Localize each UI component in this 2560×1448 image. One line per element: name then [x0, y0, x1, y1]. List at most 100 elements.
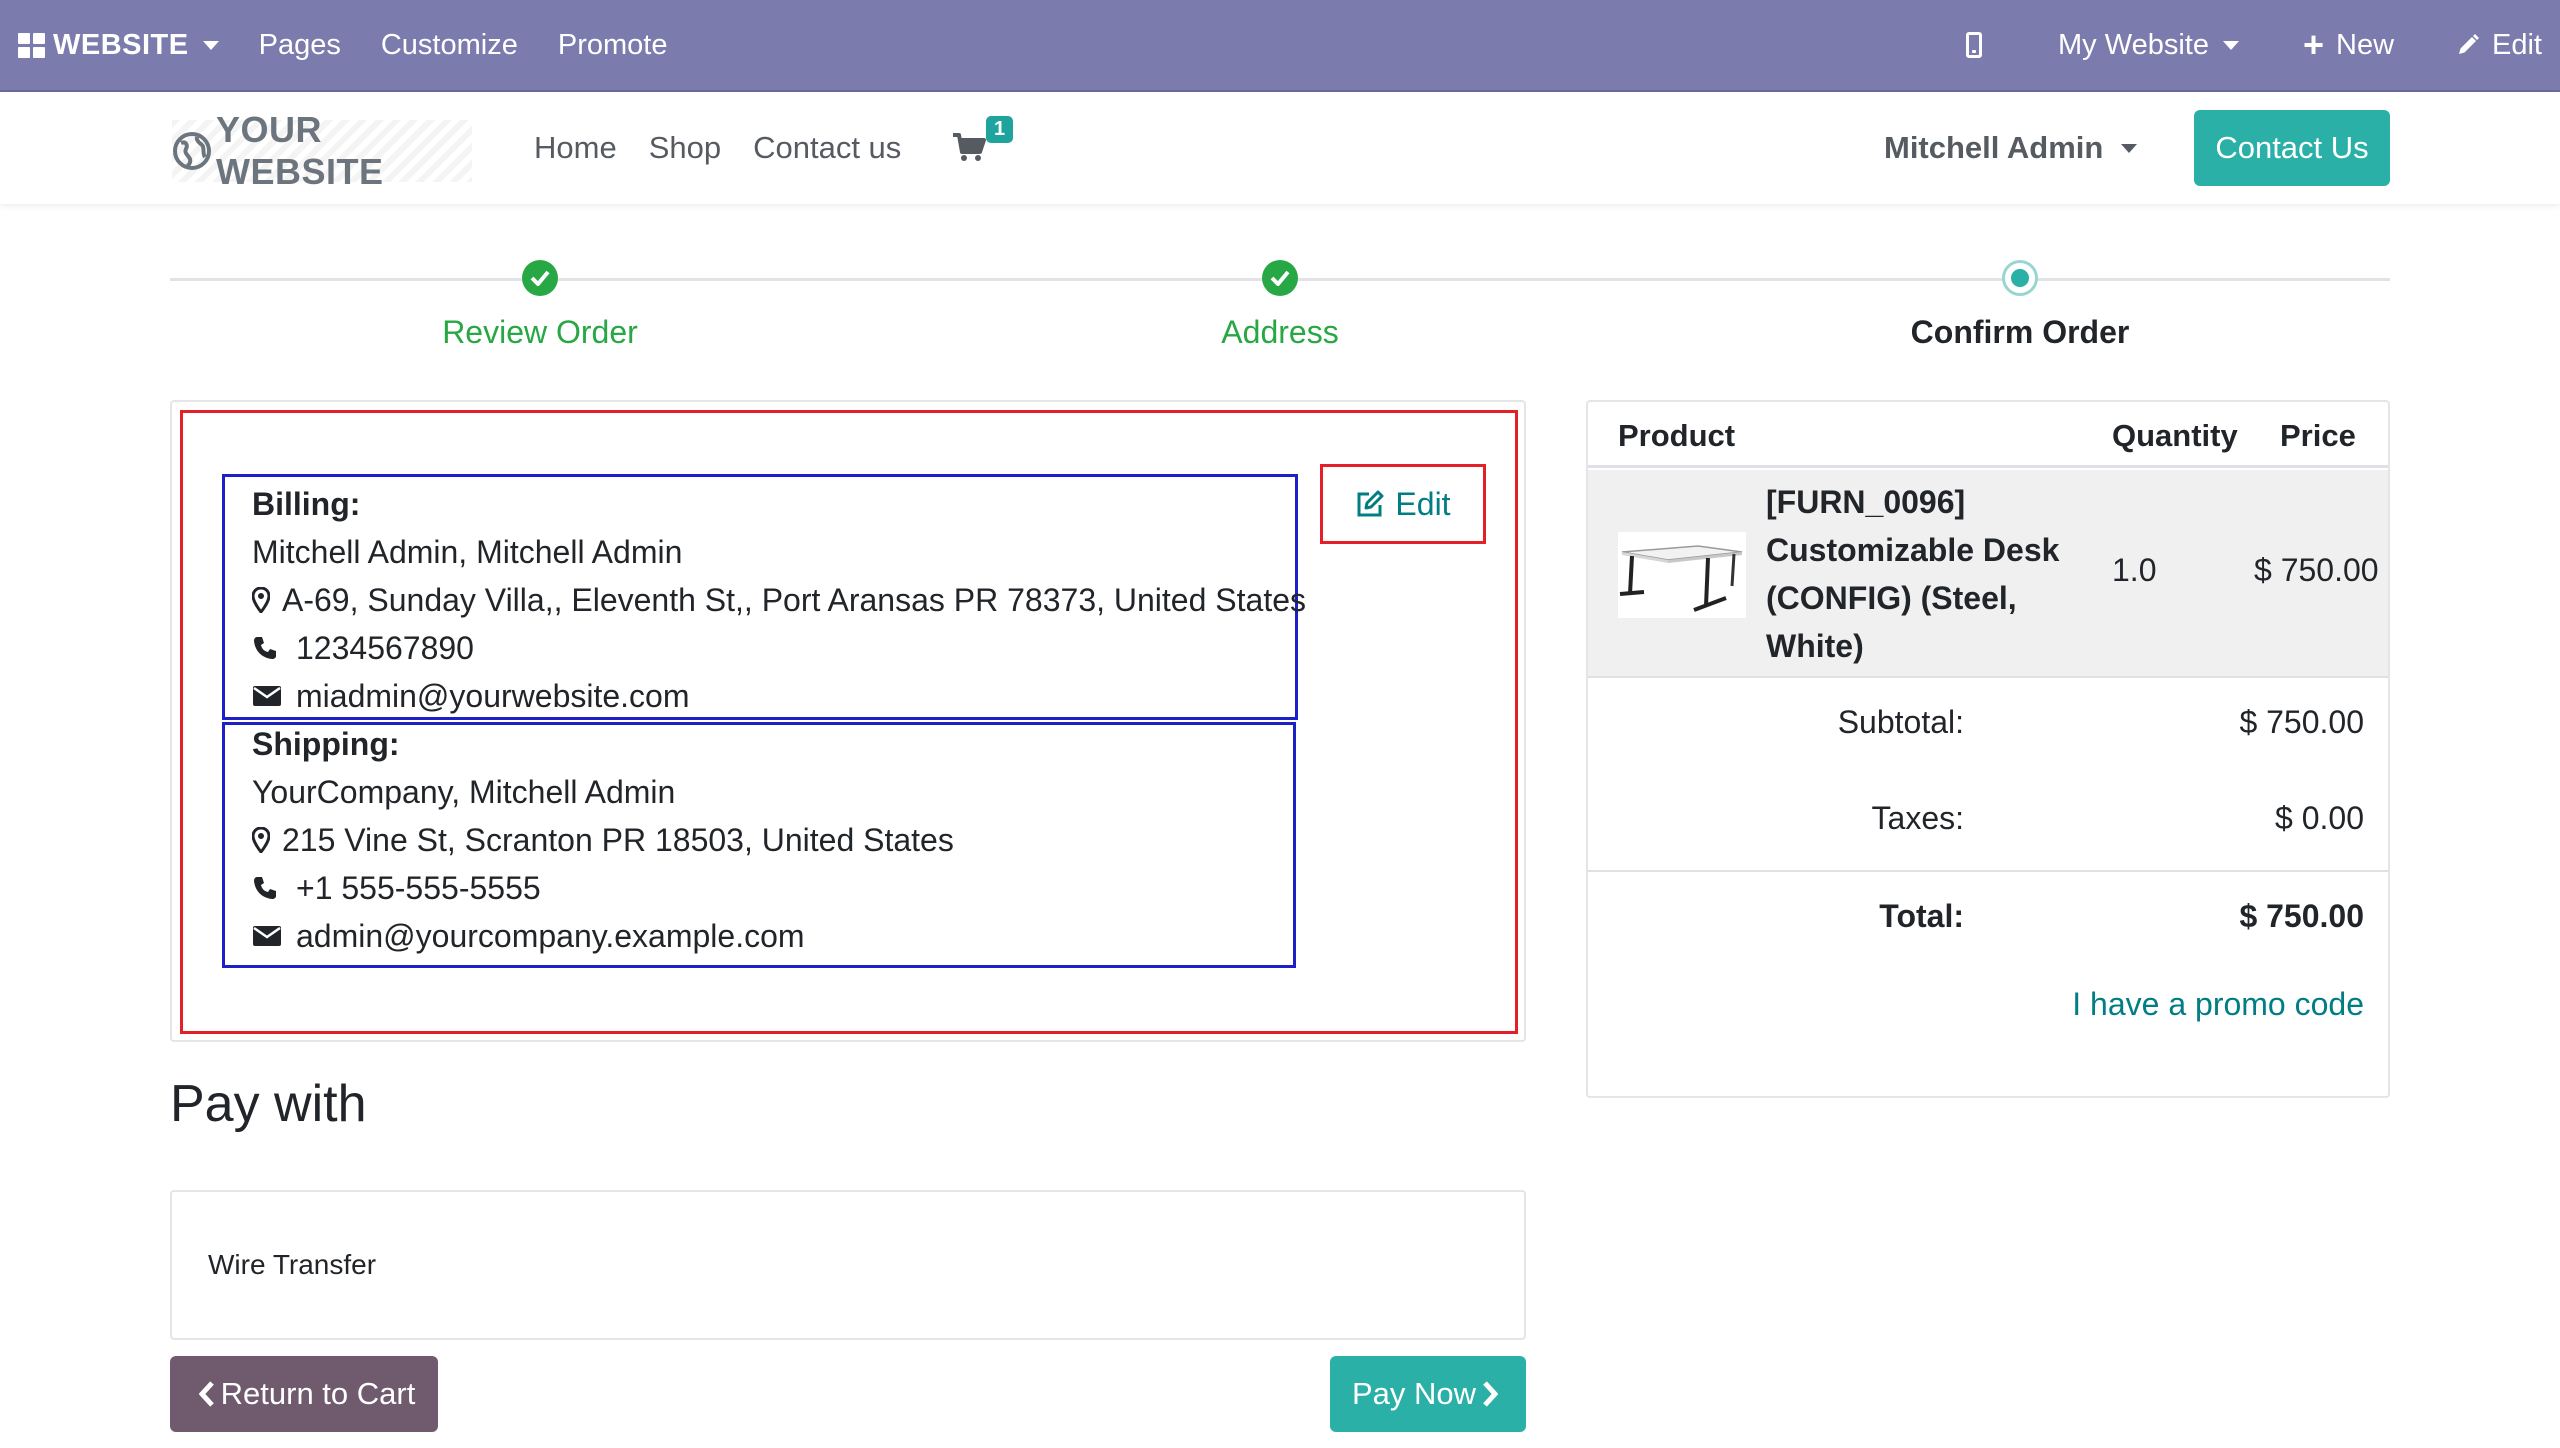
- pencil-icon: [2456, 33, 2480, 57]
- header-product: Product: [1618, 418, 1736, 453]
- taxes-label: Taxes:: [1871, 800, 1964, 836]
- product-code: [FURN_0096]: [1766, 484, 1966, 520]
- website-app-menu[interactable]: WEBSITE: [0, 0, 239, 90]
- product-name-line: Customizable Desk: [1766, 532, 2060, 568]
- divider: [1588, 870, 2388, 872]
- edit-address-label: Edit: [1395, 485, 1451, 522]
- shipping-email-line: admin@yourcompany.example.com: [252, 912, 954, 960]
- website-app-label: WEBSITE: [53, 28, 189, 61]
- return-to-cart-label: Return to Cart: [220, 1376, 416, 1411]
- step-label: Confirm Order: [1910, 314, 2130, 350]
- mobile-preview-button[interactable]: [1946, 0, 2038, 90]
- nav-link-shop[interactable]: Shop: [649, 130, 721, 166]
- phone-icon: [252, 875, 282, 901]
- menu-pages[interactable]: Pages: [239, 0, 361, 90]
- globe-icon: [172, 131, 212, 171]
- shipping-name: YourCompany, Mitchell Admin: [252, 774, 676, 810]
- chevron-left-icon: [198, 1381, 215, 1407]
- site-logo[interactable]: YOUR WEBSITE: [172, 109, 472, 192]
- site-logo-text: YOUR WEBSITE: [216, 109, 384, 192]
- product-variant-line: (CONFIG) (Steel,: [1766, 580, 2017, 616]
- order-summary: Product Quantity Price [FURN_0096] Custo…: [1586, 400, 2390, 1098]
- taxes-value: $ 0.00: [2275, 800, 2364, 836]
- table-row: [FURN_0096] Customizable Desk (CONFIG) (…: [1588, 470, 2388, 678]
- nav-link-contact[interactable]: Contact us: [753, 130, 901, 166]
- pay-now-label: Pay Now: [1351, 1376, 1477, 1411]
- nav-link-home[interactable]: Home: [534, 130, 617, 166]
- summary-table-header: Product Quantity Price: [1588, 402, 2388, 468]
- step-confirm-order: Confirm Order: [1820, 254, 2220, 351]
- website-switcher-label: My Website: [2058, 28, 2209, 61]
- website-switcher[interactable]: My Website: [2038, 0, 2283, 90]
- product-image[interactable]: [1618, 532, 1746, 618]
- phone-icon: [252, 635, 282, 661]
- shipping-street-line: 215 Vine St, Scranton PR 18503, United S…: [252, 816, 954, 864]
- header-price: Price: [2280, 418, 2356, 453]
- billing-name: Mitchell Admin, Mitchell Admin: [252, 534, 683, 570]
- billing-email: miadmin@yourwebsite.com: [296, 678, 690, 714]
- total-row: Total: $ 750.00: [1588, 888, 2388, 948]
- payment-method-label: Wire Transfer: [208, 1249, 377, 1280]
- new-content-button[interactable]: + New: [2283, 0, 2436, 90]
- billing-phone: 1234567890: [296, 630, 474, 666]
- caret-down-icon: [2222, 40, 2239, 50]
- menu-promote[interactable]: Promote: [538, 0, 688, 90]
- plus-icon: +: [2302, 24, 2324, 65]
- shopping-cart-icon: [952, 132, 986, 167]
- product-name[interactable]: [FURN_0096] Customizable Desk (CONFIG) (…: [1766, 478, 2066, 670]
- edit-address-button[interactable]: Edit: [1320, 464, 1486, 544]
- user-menu[interactable]: Mitchell Admin: [1884, 92, 2138, 204]
- payment-method-wire-transfer[interactable]: Wire Transfer: [170, 1190, 1526, 1340]
- taxes-row: Taxes: $ 0.00: [1588, 790, 2388, 850]
- caret-down-icon: [2121, 143, 2138, 153]
- pay-with-heading: Pay with: [170, 1075, 367, 1133]
- step-review-order[interactable]: Review Order: [340, 254, 740, 351]
- shipping-email: admin@yourcompany.example.com: [296, 918, 805, 954]
- apps-grid-icon: [18, 32, 45, 58]
- menu-customize[interactable]: Customize: [361, 0, 538, 90]
- envelope-icon: [252, 685, 282, 707]
- product-quantity: 1.0: [2112, 552, 2157, 588]
- check-circle-icon: [522, 260, 558, 296]
- edit-page-button[interactable]: Edit: [2436, 0, 2560, 90]
- check-circle-icon: [1262, 260, 1298, 296]
- billing-street-line: A-69, Sunday Villa,, Eleventh St,, Port …: [252, 576, 1306, 624]
- billing-title: Billing:: [252, 486, 361, 522]
- product-variant-line: White): [1766, 628, 1864, 664]
- shipping-phone-line: +1 555-555-5555: [252, 864, 954, 912]
- website-navbar: YOUR WEBSITE Home Shop Contact us 1 Mitc…: [0, 92, 2560, 204]
- cart-link[interactable]: 1: [952, 116, 1014, 167]
- step-label: Review Order: [442, 314, 638, 350]
- header-quantity: Quantity: [2112, 418, 2238, 453]
- new-label: New: [2336, 28, 2395, 61]
- main-menu: Home Shop Contact us: [534, 92, 933, 204]
- current-step-icon: [2002, 260, 2038, 296]
- billing-address: Billing: Mitchell Admin, Mitchell Admin …: [252, 480, 1306, 720]
- billing-email-line: miadmin@yourwebsite.com: [252, 672, 1306, 720]
- billing-street: A-69, Sunday Villa,, Eleventh St,, Port …: [282, 582, 1306, 618]
- total-value: $ 750.00: [2239, 898, 2364, 934]
- chevron-right-icon: [1482, 1381, 1499, 1407]
- contact-us-button[interactable]: Contact Us: [2194, 110, 2390, 186]
- cart-count-badge: 1: [986, 116, 1014, 143]
- total-label: Total:: [1879, 898, 1964, 934]
- edit-square-icon: [1355, 489, 1385, 519]
- map-marker-icon: [252, 587, 272, 613]
- map-marker-icon: [252, 827, 272, 853]
- caret-down-icon: [202, 40, 219, 50]
- user-name: Mitchell Admin: [1884, 130, 2104, 165]
- step-label: Address: [1221, 314, 1339, 350]
- step-address[interactable]: Address: [1080, 254, 1480, 351]
- envelope-icon: [252, 925, 282, 947]
- product-price: $ 750.00: [2254, 552, 2379, 588]
- promo-code-link[interactable]: I have a promo code: [2072, 986, 2364, 1023]
- subtotal-label: Subtotal:: [1837, 704, 1964, 740]
- shipping-street: 215 Vine St, Scranton PR 18503, United S…: [282, 822, 954, 858]
- pay-now-button[interactable]: Pay Now: [1330, 1356, 1526, 1432]
- shipping-phone: +1 555-555-5555: [296, 870, 541, 906]
- checkout-progress: Review Order Address Confirm Order: [170, 254, 2390, 364]
- mobile-phone-icon: [1966, 32, 1983, 58]
- return-to-cart-button[interactable]: Return to Cart: [170, 1356, 438, 1432]
- shipping-address: Shipping: YourCompany, Mitchell Admin 21…: [252, 720, 954, 960]
- shipping-title: Shipping:: [252, 726, 400, 762]
